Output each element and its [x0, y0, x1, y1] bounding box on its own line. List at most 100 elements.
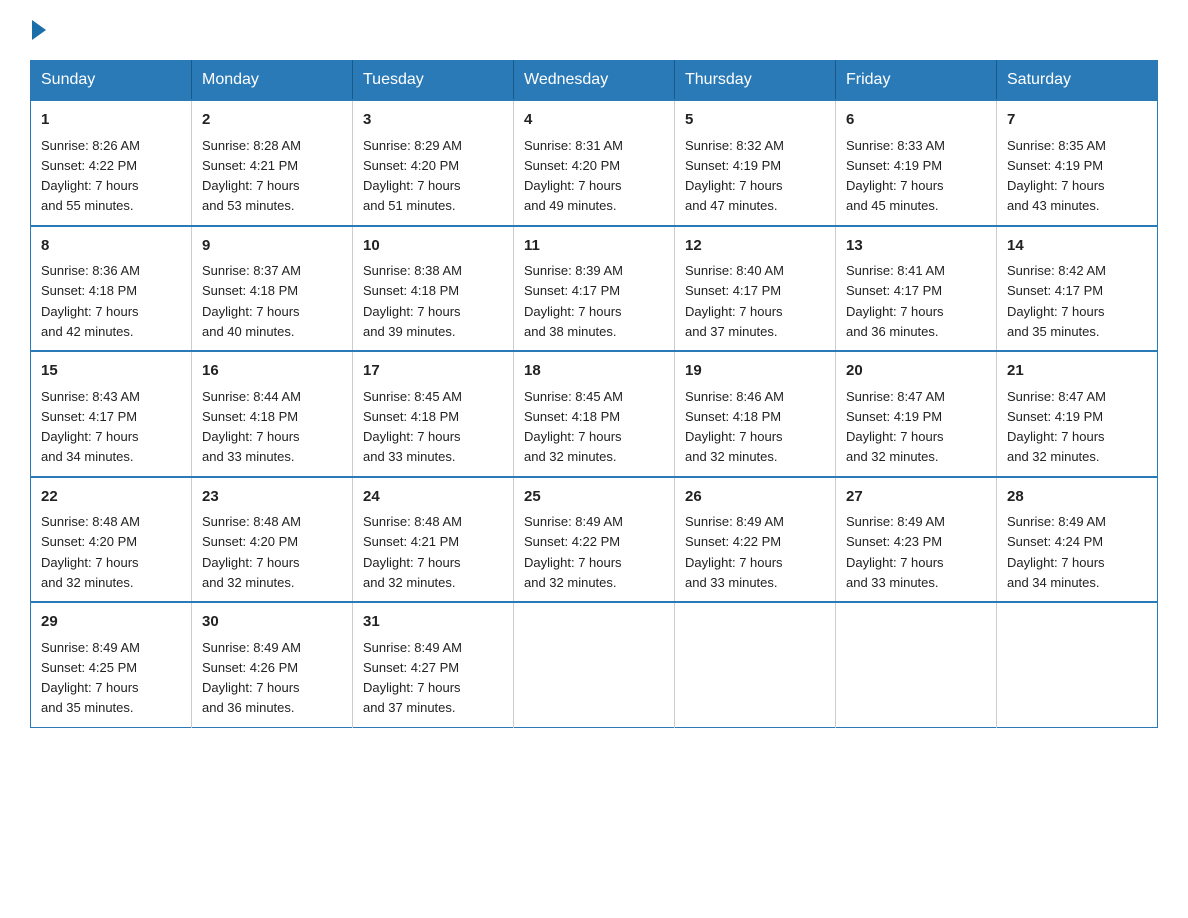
day-info: Sunrise: 8:26 AMSunset: 4:22 PMDaylight:…: [41, 138, 140, 214]
calendar-cell: 23 Sunrise: 8:48 AMSunset: 4:20 PMDayligh…: [192, 477, 353, 603]
calendar-cell: 26Sunrise: 8:49 AMSunset: 4:22 PMDayligh…: [675, 477, 836, 603]
day-info: Sunrise: 8:48 AMSunset: 4:21 PMDaylight:…: [363, 514, 462, 590]
day-number: 28: [1007, 486, 1147, 509]
calendar-cell: 19 Sunrise: 8:46 AMSunset: 4:18 PMDayligh…: [675, 351, 836, 477]
day-info: Sunrise: 8:49 AMSunset: 4:26 PMDaylight:…: [202, 640, 301, 716]
day-number: 14: [1007, 235, 1147, 258]
day-info: Sunrise: 8:36 AMSunset: 4:18 PMDaylight:…: [41, 263, 140, 339]
logo: [30, 20, 48, 40]
logo-arrow-icon: [32, 20, 46, 40]
day-number: 15: [41, 360, 181, 383]
calendar-cell: 12 Sunrise: 8:40 AMSunset: 4:17 PMDayligh…: [675, 226, 836, 352]
day-info: Sunrise: 8:42 AMSunset: 4:17 PMDaylight:…: [1007, 263, 1106, 339]
calendar-cell: [675, 602, 836, 727]
day-number: 17: [363, 360, 503, 383]
day-number: 1: [41, 109, 181, 132]
day-number: 18: [524, 360, 664, 383]
day-number: 12: [685, 235, 825, 258]
day-number: 20: [846, 360, 986, 383]
day-info: Sunrise: 8:48 AMSunset: 4:20 PMDaylight:…: [41, 514, 140, 590]
calendar-week-row: 1 Sunrise: 8:26 AMSunset: 4:22 PMDaylight…: [31, 100, 1158, 226]
col-sunday: Sunday: [31, 61, 192, 101]
calendar-cell: [997, 602, 1158, 727]
calendar-cell: 17 Sunrise: 8:45 AMSunset: 4:18 PMDayligh…: [353, 351, 514, 477]
day-number: 23: [202, 486, 342, 509]
day-number: 30: [202, 611, 342, 634]
day-number: 27: [846, 486, 986, 509]
calendar-cell: 14 Sunrise: 8:42 AMSunset: 4:17 PMDayligh…: [997, 226, 1158, 352]
calendar-header-row: Sunday Monday Tuesday Wednesday Thursday…: [31, 61, 1158, 101]
col-saturday: Saturday: [997, 61, 1158, 101]
calendar-cell: 2Sunrise: 8:28 AMSunset: 4:21 PMDaylight…: [192, 100, 353, 226]
day-info: Sunrise: 8:48 AMSunset: 4:20 PMDaylight:…: [202, 514, 301, 590]
day-info: Sunrise: 8:33 AMSunset: 4:19 PMDaylight:…: [846, 138, 945, 214]
calendar-cell: 4 Sunrise: 8:31 AMSunset: 4:20 PMDaylight…: [514, 100, 675, 226]
calendar-cell: 13 Sunrise: 8:41 AMSunset: 4:17 PMDayligh…: [836, 226, 997, 352]
calendar-table: Sunday Monday Tuesday Wednesday Thursday…: [30, 60, 1158, 728]
day-number: 31: [363, 611, 503, 634]
day-number: 21: [1007, 360, 1147, 383]
day-info: Sunrise: 8:49 AMSunset: 4:22 PMDaylight:…: [524, 514, 623, 590]
day-info: Sunrise: 8:38 AMSunset: 4:18 PMDaylight:…: [363, 263, 462, 339]
day-number: 29: [41, 611, 181, 634]
day-info: Sunrise: 8:46 AMSunset: 4:18 PMDaylight:…: [685, 389, 784, 465]
day-number: 22: [41, 486, 181, 509]
calendar-cell: 6 Sunrise: 8:33 AMSunset: 4:19 PMDaylight…: [836, 100, 997, 226]
day-number: 3: [363, 109, 503, 132]
calendar-cell: 15Sunrise: 8:43 AMSunset: 4:17 PMDayligh…: [31, 351, 192, 477]
calendar-cell: 31 Sunrise: 8:49 AMSunset: 4:27 PMDayligh…: [353, 602, 514, 727]
day-number: 9: [202, 235, 342, 258]
calendar-cell: 22 Sunrise: 8:48 AMSunset: 4:20 PMDayligh…: [31, 477, 192, 603]
day-number: 19: [685, 360, 825, 383]
day-info: Sunrise: 8:37 AMSunset: 4:18 PMDaylight:…: [202, 263, 301, 339]
calendar-cell: [514, 602, 675, 727]
calendar-cell: 5Sunrise: 8:32 AMSunset: 4:19 PMDaylight…: [675, 100, 836, 226]
calendar-cell: 28 Sunrise: 8:49 AMSunset: 4:24 PMDayligh…: [997, 477, 1158, 603]
calendar-cell: 21 Sunrise: 8:47 AMSunset: 4:19 PMDayligh…: [997, 351, 1158, 477]
day-info: Sunrise: 8:44 AMSunset: 4:18 PMDaylight:…: [202, 389, 301, 465]
day-number: 10: [363, 235, 503, 258]
day-number: 4: [524, 109, 664, 132]
day-info: Sunrise: 8:31 AMSunset: 4:20 PMDaylight:…: [524, 138, 623, 214]
day-number: 11: [524, 235, 664, 258]
day-number: 13: [846, 235, 986, 258]
day-info: Sunrise: 8:45 AMSunset: 4:18 PMDaylight:…: [524, 389, 623, 465]
day-info: Sunrise: 8:41 AMSunset: 4:17 PMDaylight:…: [846, 263, 945, 339]
day-info: Sunrise: 8:49 AMSunset: 4:27 PMDaylight:…: [363, 640, 462, 716]
calendar-cell: 24 Sunrise: 8:48 AMSunset: 4:21 PMDayligh…: [353, 477, 514, 603]
day-info: Sunrise: 8:47 AMSunset: 4:19 PMDaylight:…: [1007, 389, 1106, 465]
day-info: Sunrise: 8:40 AMSunset: 4:17 PMDaylight:…: [685, 263, 784, 339]
day-number: 2: [202, 109, 342, 132]
day-info: Sunrise: 8:35 AMSunset: 4:19 PMDaylight:…: [1007, 138, 1106, 214]
calendar-cell: 16Sunrise: 8:44 AMSunset: 4:18 PMDayligh…: [192, 351, 353, 477]
day-number: 7: [1007, 109, 1147, 132]
col-tuesday: Tuesday: [353, 61, 514, 101]
calendar-cell: 29Sunrise: 8:49 AMSunset: 4:25 PMDayligh…: [31, 602, 192, 727]
calendar-cell: 10 Sunrise: 8:38 AMSunset: 4:18 PMDayligh…: [353, 226, 514, 352]
day-number: 25: [524, 486, 664, 509]
day-info: Sunrise: 8:45 AMSunset: 4:18 PMDaylight:…: [363, 389, 462, 465]
day-info: Sunrise: 8:49 AMSunset: 4:23 PMDaylight:…: [846, 514, 945, 590]
day-info: Sunrise: 8:49 AMSunset: 4:22 PMDaylight:…: [685, 514, 784, 590]
day-number: 8: [41, 235, 181, 258]
col-monday: Monday: [192, 61, 353, 101]
day-number: 6: [846, 109, 986, 132]
calendar-cell: 9 Sunrise: 8:37 AMSunset: 4:18 PMDaylight…: [192, 226, 353, 352]
calendar-week-row: 8 Sunrise: 8:36 AMSunset: 4:18 PMDaylight…: [31, 226, 1158, 352]
page-header: [30, 20, 1158, 40]
calendar-cell: 1 Sunrise: 8:26 AMSunset: 4:22 PMDaylight…: [31, 100, 192, 226]
day-info: Sunrise: 8:49 AMSunset: 4:24 PMDaylight:…: [1007, 514, 1106, 590]
day-number: 24: [363, 486, 503, 509]
day-info: Sunrise: 8:47 AMSunset: 4:19 PMDaylight:…: [846, 389, 945, 465]
day-info: Sunrise: 8:32 AMSunset: 4:19 PMDaylight:…: [685, 138, 784, 214]
calendar-cell: 8 Sunrise: 8:36 AMSunset: 4:18 PMDaylight…: [31, 226, 192, 352]
calendar-week-row: 22 Sunrise: 8:48 AMSunset: 4:20 PMDayligh…: [31, 477, 1158, 603]
calendar-week-row: 29Sunrise: 8:49 AMSunset: 4:25 PMDayligh…: [31, 602, 1158, 727]
col-thursday: Thursday: [675, 61, 836, 101]
calendar-cell: 30 Sunrise: 8:49 AMSunset: 4:26 PMDayligh…: [192, 602, 353, 727]
calendar-cell: 11 Sunrise: 8:39 AMSunset: 4:17 PMDayligh…: [514, 226, 675, 352]
calendar-cell: 27 Sunrise: 8:49 AMSunset: 4:23 PMDayligh…: [836, 477, 997, 603]
day-info: Sunrise: 8:39 AMSunset: 4:17 PMDaylight:…: [524, 263, 623, 339]
calendar-cell: [836, 602, 997, 727]
calendar-cell: 18 Sunrise: 8:45 AMSunset: 4:18 PMDayligh…: [514, 351, 675, 477]
